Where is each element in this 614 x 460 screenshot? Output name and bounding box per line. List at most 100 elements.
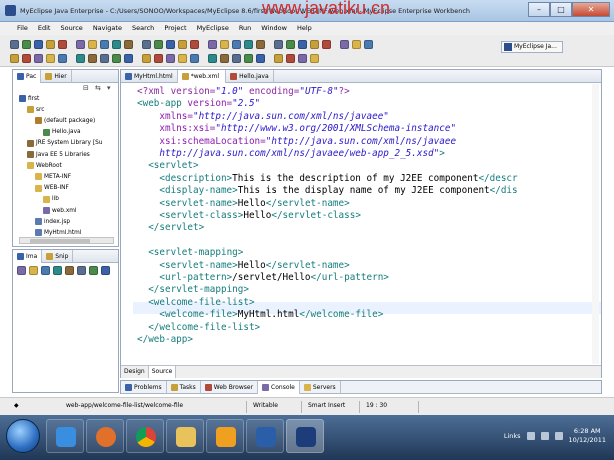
tray-volume-icon[interactable] — [554, 432, 563, 440]
toolbar-icon[interactable] — [298, 40, 307, 49]
toolbar-icon[interactable] — [58, 54, 67, 63]
tree-item-hello-java[interactable]: Hello.java — [43, 128, 81, 136]
toolbar-icon[interactable] — [310, 40, 319, 49]
toolbar-icon[interactable] — [46, 54, 55, 63]
toolbar-icon[interactable] — [154, 54, 163, 63]
tree-item-web-inf[interactable]: WEB-INF — [35, 184, 69, 192]
menu-myeclipse[interactable]: MyEclipse — [192, 22, 234, 35]
view-tab-web-browser[interactable]: Web Browser — [201, 381, 259, 394]
toolbar-icon[interactable] — [364, 40, 373, 49]
view-tab-servers[interactable]: Servers — [300, 381, 341, 394]
toolbar-icon[interactable] — [190, 54, 199, 63]
clock[interactable]: 6:28 AM 10/12/2011 — [569, 427, 606, 445]
tray-network-icon[interactable] — [540, 432, 549, 440]
image-tool-icon[interactable] — [77, 266, 86, 275]
toolbar-icon[interactable] — [178, 54, 187, 63]
toolbar-icon[interactable] — [220, 40, 229, 49]
toolbar-icon[interactable] — [142, 54, 151, 63]
toolbar-icon[interactable] — [46, 40, 55, 49]
toolbar-icon[interactable] — [244, 40, 253, 49]
menu-file[interactable]: File — [12, 22, 33, 35]
maximize-button[interactable]: □ — [550, 2, 572, 17]
image-tool-icon[interactable] — [29, 266, 38, 275]
view-tab-tasks[interactable]: Tasks — [167, 381, 201, 394]
toolbar-icon[interactable] — [352, 40, 361, 49]
image-tool-icon[interactable] — [65, 266, 74, 275]
toolbar-icon[interactable] — [298, 54, 307, 63]
toolbar-icon[interactable] — [34, 40, 43, 49]
toolbar-icon[interactable] — [142, 40, 151, 49]
tab-hier[interactable]: Hier — [41, 70, 72, 83]
taskbar-explorer[interactable] — [166, 419, 204, 453]
toolbar-icon[interactable] — [220, 54, 229, 63]
tree-item-webroot[interactable]: WebRoot — [27, 162, 62, 170]
editor-mode-source[interactable]: Source — [148, 366, 177, 378]
menu-edit[interactable]: Edit — [33, 22, 56, 35]
image-tool-icon[interactable] — [53, 266, 62, 275]
toolbar-icon[interactable] — [310, 54, 319, 63]
tree-horizontal-scrollbar[interactable] — [19, 237, 114, 244]
toolbar-icon[interactable] — [10, 40, 19, 49]
menu-search[interactable]: Search — [127, 22, 159, 35]
taskbar-ie[interactable] — [46, 419, 84, 453]
toolbar-icon[interactable] — [58, 40, 67, 49]
taskbar-media[interactable] — [206, 419, 244, 453]
tab-pac[interactable]: Pac — [13, 70, 42, 83]
toolbar-icon[interactable] — [112, 54, 121, 63]
menu-run[interactable]: Run — [234, 22, 256, 35]
view-menu-icon[interactable]: ▾ — [107, 84, 111, 92]
toolbar-icon[interactable] — [34, 54, 43, 63]
view-tab-console[interactable]: Console — [258, 381, 300, 394]
perspective-switcher[interactable]: MyEclipse Ja... — [501, 41, 563, 53]
toolbar-icon[interactable] — [76, 40, 85, 49]
toolbar-icon[interactable] — [274, 54, 283, 63]
taskbar-word[interactable] — [246, 419, 284, 453]
toolbar-icon[interactable] — [88, 40, 97, 49]
toolbar-icon[interactable] — [208, 54, 217, 63]
toolbar-icon[interactable] — [190, 40, 199, 49]
toolbar-icon[interactable] — [124, 54, 133, 63]
tree-item-jre-system-library-su[interactable]: JRE System Library [Su — [27, 139, 102, 147]
editor-tab-myhtml-html[interactable]: MyHtml.html — [121, 70, 178, 83]
toolbar-icon[interactable] — [154, 40, 163, 49]
image-tool-icon[interactable] — [17, 266, 26, 275]
tree-item-lib[interactable]: lib — [43, 195, 59, 203]
editor-mode-design[interactable]: Design — [121, 366, 149, 378]
editor-tab-web-xml[interactable]: *web.xml — [177, 70, 227, 83]
tree-item-index-jsp[interactable]: index.jsp — [35, 218, 70, 226]
tree-item-default-package[interactable]: (default package) — [35, 117, 95, 125]
toolbar-icon[interactable] — [286, 40, 295, 49]
collapse-all-icon[interactable]: ⊟ — [83, 84, 89, 92]
links-toolbar[interactable]: Links — [504, 432, 521, 440]
toolbar-icon[interactable] — [178, 40, 187, 49]
toolbar-icon[interactable] — [112, 40, 121, 49]
menu-window[interactable]: Window — [256, 22, 292, 35]
toolbar-icon[interactable] — [22, 40, 31, 49]
toolbar-icon[interactable] — [100, 54, 109, 63]
toolbar-icon[interactable] — [256, 54, 265, 63]
toolbar-icon[interactable] — [232, 40, 241, 49]
menu-source[interactable]: Source — [55, 22, 87, 35]
minimize-button[interactable]: – — [528, 2, 550, 17]
toolbar-icon[interactable] — [76, 54, 85, 63]
toolbar-icon[interactable] — [322, 40, 331, 49]
tree-item-myhtml-html[interactable]: MyHtml.html — [35, 229, 81, 237]
start-button[interactable] — [6, 419, 40, 453]
menu-help[interactable]: Help — [292, 22, 317, 35]
link-editor-icon[interactable]: ⇆ — [95, 84, 101, 92]
tree-item-src[interactable]: src — [27, 106, 44, 114]
toolbar-icon[interactable] — [274, 40, 283, 49]
close-button[interactable]: ✕ — [572, 2, 610, 17]
tab-ima[interactable]: Ima — [13, 250, 43, 263]
tree-item-meta-inf[interactable]: META-INF — [35, 173, 71, 181]
toolbar-icon[interactable] — [340, 40, 349, 49]
toolbar-icon[interactable] — [232, 54, 241, 63]
image-tool-icon[interactable] — [89, 266, 98, 275]
toolbar-icon[interactable] — [88, 54, 97, 63]
code-area[interactable]: <?xml version="1.0" encoding="UTF-8"?> <w… — [121, 84, 601, 364]
tree-item-first[interactable]: first — [19, 95, 39, 102]
menu-project[interactable]: Project — [159, 22, 191, 35]
toolbar-icon[interactable] — [100, 40, 109, 49]
toolbar-icon[interactable] — [10, 54, 19, 63]
toolbar-icon[interactable] — [286, 54, 295, 63]
